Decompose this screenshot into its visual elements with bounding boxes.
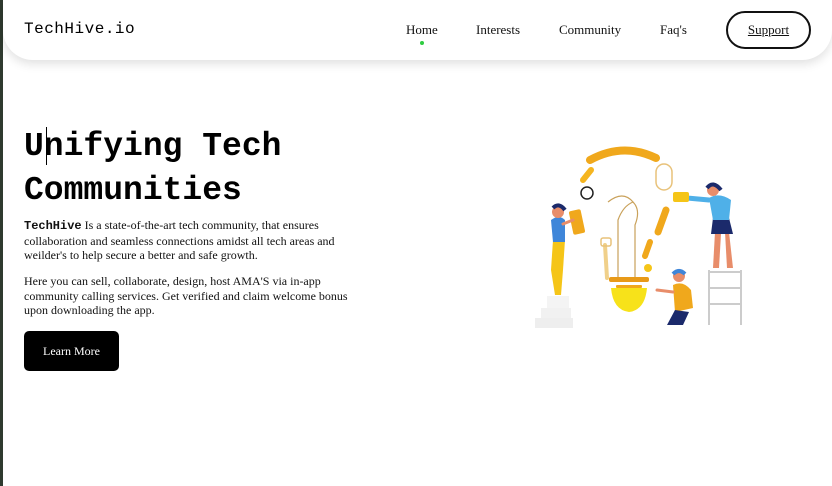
description-brand: TechHive — [24, 219, 82, 233]
nav-link-home[interactable]: Home — [406, 22, 438, 38]
nav-link-faq[interactable]: Faq's — [660, 22, 687, 38]
hero-title: Unifying Tech Communities — [24, 128, 282, 209]
hero-subdescription: Here you can sell, collaborate, design, … — [24, 274, 348, 317]
support-button[interactable]: Support — [726, 11, 811, 49]
team-building-lightbulb-illustration — [523, 140, 753, 335]
brand-logo[interactable]: TechHive.io — [24, 20, 135, 38]
active-dot-icon — [420, 41, 424, 45]
nav-link-community[interactable]: Community — [559, 22, 621, 38]
learn-more-button[interactable]: Learn More — [24, 331, 119, 371]
navbar: TechHive.io Home Interests Community Faq… — [3, 0, 832, 60]
text-cursor — [46, 127, 47, 165]
nav-link-interests[interactable]: Interests — [476, 22, 520, 38]
hero-description: TechHive Is a state-of-the-art tech comm… — [24, 218, 349, 263]
